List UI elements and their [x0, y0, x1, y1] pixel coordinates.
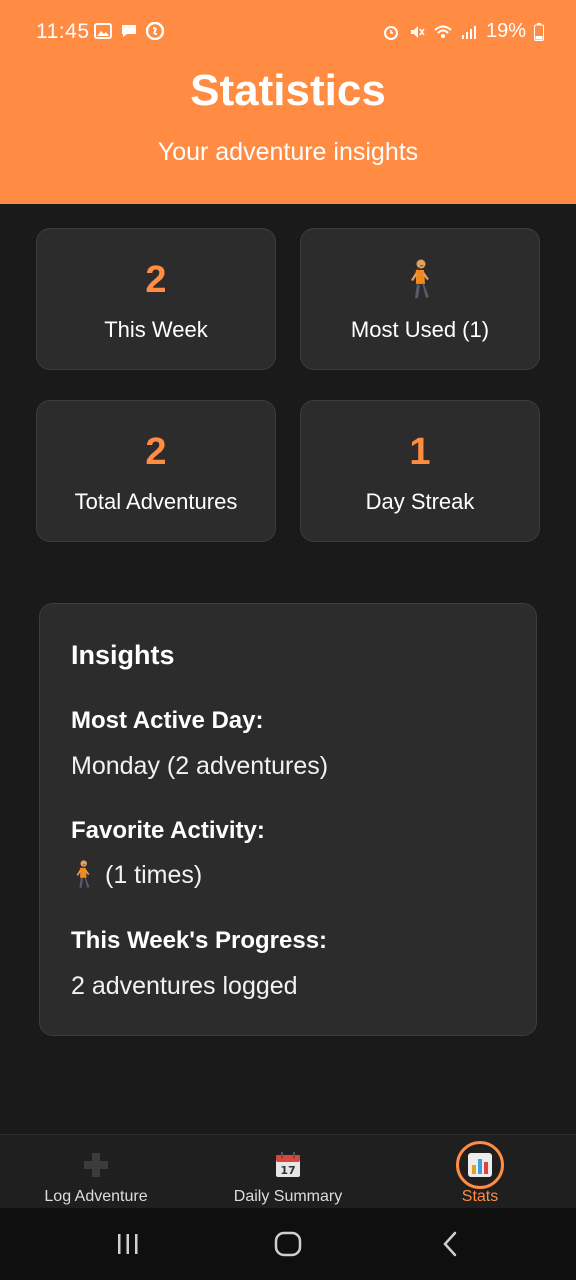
insights-title: Insights	[71, 640, 175, 670]
back-icon[interactable]	[440, 1230, 460, 1258]
status-notification-icons	[94, 22, 164, 40]
plus-icon	[84, 1153, 108, 1177]
status-bar: 11:45 19%	[0, 0, 576, 64]
stat-value: 2	[145, 431, 167, 473]
nav-daily-summary[interactable]: 17 Daily Summary	[192, 1135, 384, 1209]
system-navigation-bar	[0, 1208, 576, 1280]
home-icon[interactable]	[274, 1230, 302, 1258]
stat-label: Most Used (1)	[350, 317, 490, 342]
battery-icon	[534, 22, 544, 41]
chat-bubble-icon	[122, 25, 136, 37]
most-active-day-value: Monday (2 adventures)	[71, 752, 329, 780]
bottom-navigation: Log Adventure 17 Daily Summary Stats	[0, 1134, 576, 1208]
mute-icon	[410, 25, 425, 38]
stat-card-day-streak: 1 Day Streak	[300, 400, 540, 542]
page-title: Statistics	[190, 66, 386, 115]
stat-label: Day Streak	[365, 489, 475, 514]
stat-label: This Week	[104, 317, 208, 342]
nav-label: Log Adventure	[44, 1188, 148, 1205]
nav-label: Stats	[461, 1188, 499, 1205]
nav-label: Daily Summary	[233, 1188, 343, 1205]
gallery-icon	[94, 23, 112, 39]
bar-chart-icon	[468, 1153, 492, 1177]
signal-icon	[461, 25, 476, 39]
battery-percentage: 19%	[485, 20, 526, 42]
most-active-day-heading: Most Active Day:	[71, 707, 264, 734]
stat-value: 2	[145, 259, 167, 301]
status-time: 11:45	[36, 20, 90, 43]
app-header: 11:45 19% Statistics Your adventure insi…	[0, 0, 576, 204]
nav-stats[interactable]: Stats	[384, 1135, 576, 1209]
favorite-activity-value: (1 times)	[105, 860, 203, 889]
stat-card-most-used: Most Used (1)	[300, 228, 540, 370]
stat-label: Total Adventures	[74, 489, 238, 514]
insights-panel: Insights Most Active Day: Monday (2 adve…	[39, 603, 537, 1036]
alarm-icon	[383, 25, 398, 40]
weekly-progress-heading: This Week's Progress:	[71, 927, 328, 954]
calendar-icon: 17	[276, 1152, 300, 1177]
stat-card-total-adventures: 2 Total Adventures	[36, 400, 276, 542]
nav-log-adventure[interactable]: Log Adventure	[0, 1135, 192, 1209]
stat-card-this-week: 2 This Week	[36, 228, 276, 370]
weekly-progress-value: 2 adventures logged	[71, 972, 298, 1000]
person-walking-icon	[76, 860, 90, 888]
stat-value-icon	[301, 259, 539, 311]
stat-value: 1	[409, 431, 431, 473]
person-walking-icon	[411, 259, 429, 298]
page-subtitle: Your adventure insights	[157, 138, 419, 166]
recent-apps-icon[interactable]	[116, 1232, 140, 1256]
shazam-icon	[146, 22, 164, 40]
svg-text:17: 17	[280, 1164, 295, 1177]
status-system-icons: 19%	[382, 20, 544, 43]
wifi-icon	[434, 25, 452, 38]
favorite-activity-heading: Favorite Activity:	[71, 817, 265, 844]
favorite-activity-value-row: (1 times)	[71, 860, 202, 890]
